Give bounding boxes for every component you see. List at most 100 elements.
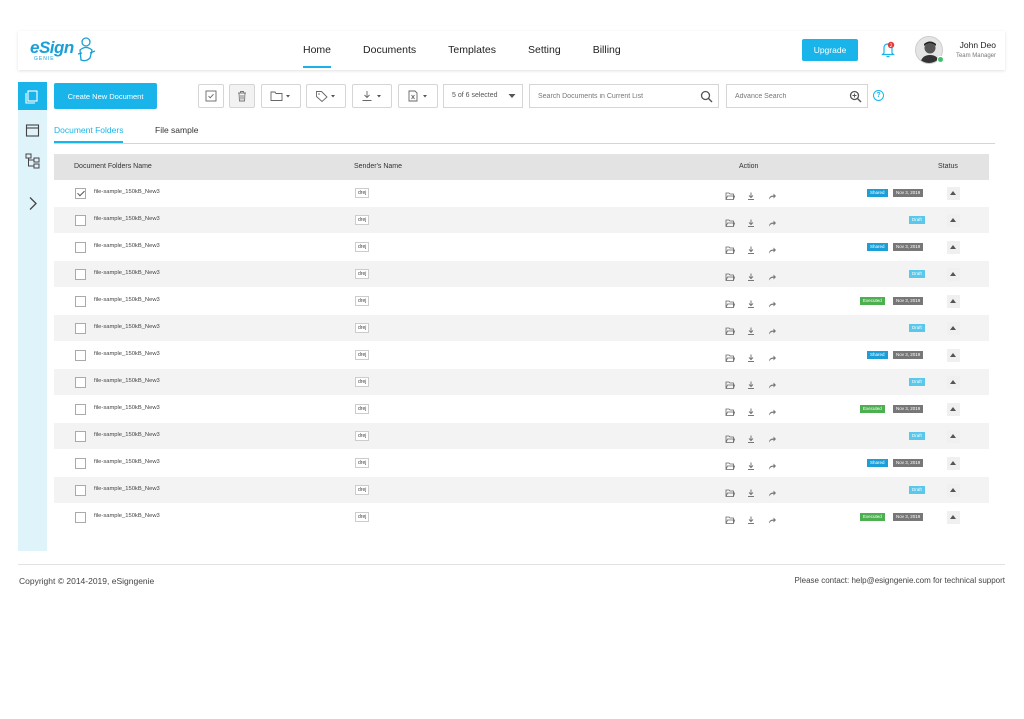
- table-row[interactable]: file-sample_150kB_New3 drej Draft: [54, 261, 989, 288]
- download-icon[interactable]: [746, 485, 756, 497]
- row-checkbox[interactable]: [75, 269, 86, 280]
- bell-icon[interactable]: 2: [878, 40, 898, 60]
- download-icon[interactable]: [746, 377, 756, 389]
- open-folder-icon[interactable]: [725, 485, 736, 497]
- open-folder-icon[interactable]: [725, 377, 736, 389]
- row-checkbox[interactable]: [75, 323, 86, 334]
- share-icon[interactable]: [767, 350, 777, 362]
- export-dropdown[interactable]: [398, 84, 438, 108]
- expand-toggle-button[interactable]: [947, 457, 960, 470]
- download-icon[interactable]: [746, 242, 756, 254]
- create-new-document-button[interactable]: Create New Document: [54, 83, 157, 109]
- row-checkbox[interactable]: [75, 404, 86, 415]
- move-folder-dropdown[interactable]: [261, 84, 301, 108]
- share-icon[interactable]: [767, 296, 777, 308]
- download-icon[interactable]: [746, 215, 756, 227]
- chevron-right-icon[interactable]: [24, 195, 41, 212]
- open-folder-icon[interactable]: [725, 269, 736, 281]
- expand-toggle-button[interactable]: [947, 349, 960, 362]
- nav-home[interactable]: Home: [303, 31, 332, 70]
- open-folder-icon[interactable]: [725, 323, 736, 335]
- table-row[interactable]: file-sample_150kB_New3 drej Draft: [54, 207, 989, 234]
- tag-dropdown[interactable]: [306, 84, 346, 108]
- expand-toggle-button[interactable]: [947, 322, 960, 335]
- table-row[interactable]: file-sample_150kB_New3 drej Nov 3, 2019 Sha…: [54, 180, 989, 207]
- expand-toggle-button[interactable]: [947, 484, 960, 497]
- download-icon[interactable]: [746, 296, 756, 308]
- row-checkbox[interactable]: [75, 215, 86, 226]
- tab-document-folders[interactable]: Document Folders: [54, 125, 124, 143]
- nav-setting[interactable]: Setting: [528, 31, 561, 70]
- delete-button[interactable]: [229, 84, 255, 108]
- download-icon[interactable]: [746, 458, 756, 470]
- calendar-icon[interactable]: [24, 122, 41, 139]
- share-icon[interactable]: [767, 188, 777, 200]
- select-all-button[interactable]: [198, 84, 224, 108]
- selection-dropdown[interactable]: 5 of 6 selected: [443, 84, 523, 108]
- open-folder-icon[interactable]: [725, 296, 736, 308]
- share-icon[interactable]: [767, 512, 777, 524]
- expand-toggle-button[interactable]: [947, 430, 960, 443]
- row-checkbox[interactable]: [75, 485, 86, 496]
- share-icon[interactable]: [767, 377, 777, 389]
- share-icon[interactable]: [767, 404, 777, 416]
- nav-billing[interactable]: Billing: [593, 31, 621, 70]
- row-checkbox[interactable]: [75, 377, 86, 388]
- table-row[interactable]: file-sample_150kB_New3 drej Draft: [54, 423, 989, 450]
- table-row[interactable]: file-sample_150kB_New3 drej Draft: [54, 477, 989, 504]
- expand-toggle-button[interactable]: [947, 187, 960, 200]
- share-icon[interactable]: [767, 458, 777, 470]
- download-icon[interactable]: [746, 188, 756, 200]
- share-icon[interactable]: [767, 431, 777, 443]
- table-row[interactable]: file-sample_150kB_New3 drej Draft: [54, 315, 989, 342]
- download-icon[interactable]: [746, 404, 756, 416]
- table-row[interactable]: file-sample_150kB_New3 drej Nov 3, 2019 Exe…: [54, 396, 989, 423]
- row-checkbox[interactable]: [75, 431, 86, 442]
- table-row[interactable]: file-sample_150kB_New3 drej Nov 3, 2019 Exe…: [54, 288, 989, 315]
- expand-toggle-button[interactable]: [947, 295, 960, 308]
- row-checkbox[interactable]: [75, 350, 86, 361]
- row-checkbox[interactable]: [75, 512, 86, 523]
- search-icon[interactable]: [700, 90, 713, 103]
- table-row[interactable]: file-sample_150kB_New3 drej Nov 3, 2019 Sha…: [54, 450, 989, 477]
- row-checkbox[interactable]: [75, 242, 86, 253]
- zoom-icon[interactable]: [849, 90, 862, 103]
- row-checkbox[interactable]: [75, 296, 86, 307]
- expand-toggle-button[interactable]: [947, 376, 960, 389]
- download-icon[interactable]: [746, 512, 756, 524]
- open-folder-icon[interactable]: [725, 431, 736, 443]
- sidebar-item-documents[interactable]: [18, 82, 47, 110]
- help-icon[interactable]: ?: [873, 90, 884, 101]
- download-icon[interactable]: [746, 269, 756, 281]
- share-icon[interactable]: [767, 215, 777, 227]
- open-folder-icon[interactable]: [725, 188, 736, 200]
- open-folder-icon[interactable]: [725, 458, 736, 470]
- row-checkbox[interactable]: [75, 458, 86, 469]
- share-icon[interactable]: [767, 323, 777, 335]
- expand-toggle-button[interactable]: [947, 511, 960, 524]
- download-icon[interactable]: [746, 431, 756, 443]
- download-dropdown[interactable]: [352, 84, 392, 108]
- row-checkbox[interactable]: [75, 188, 86, 199]
- open-folder-icon[interactable]: [725, 512, 736, 524]
- table-row[interactable]: file-sample_150kB_New3 drej Nov 3, 2019 Sha…: [54, 234, 989, 261]
- open-folder-icon[interactable]: [725, 350, 736, 362]
- nav-templates[interactable]: Templates: [448, 31, 496, 70]
- search-input[interactable]: [530, 85, 680, 108]
- upgrade-button[interactable]: Upgrade: [802, 39, 858, 61]
- open-folder-icon[interactable]: [725, 242, 736, 254]
- table-row[interactable]: file-sample_150kB_New3 drej Nov 3, 2019 Sha…: [54, 342, 989, 369]
- open-folder-icon[interactable]: [725, 215, 736, 227]
- download-icon[interactable]: [746, 323, 756, 335]
- download-icon[interactable]: [746, 350, 756, 362]
- table-row[interactable]: file-sample_150kB_New3 drej Draft: [54, 369, 989, 396]
- table-row[interactable]: file-sample_150kB_New3 drej Nov 3, 2019 Exe…: [54, 504, 989, 531]
- expand-toggle-button[interactable]: [947, 268, 960, 281]
- share-icon[interactable]: [767, 269, 777, 281]
- tree-icon[interactable]: [24, 152, 41, 169]
- nav-documents[interactable]: Documents: [363, 31, 416, 70]
- share-icon[interactable]: [767, 242, 777, 254]
- share-icon[interactable]: [767, 485, 777, 497]
- expand-toggle-button[interactable]: [947, 241, 960, 254]
- expand-toggle-button[interactable]: [947, 403, 960, 416]
